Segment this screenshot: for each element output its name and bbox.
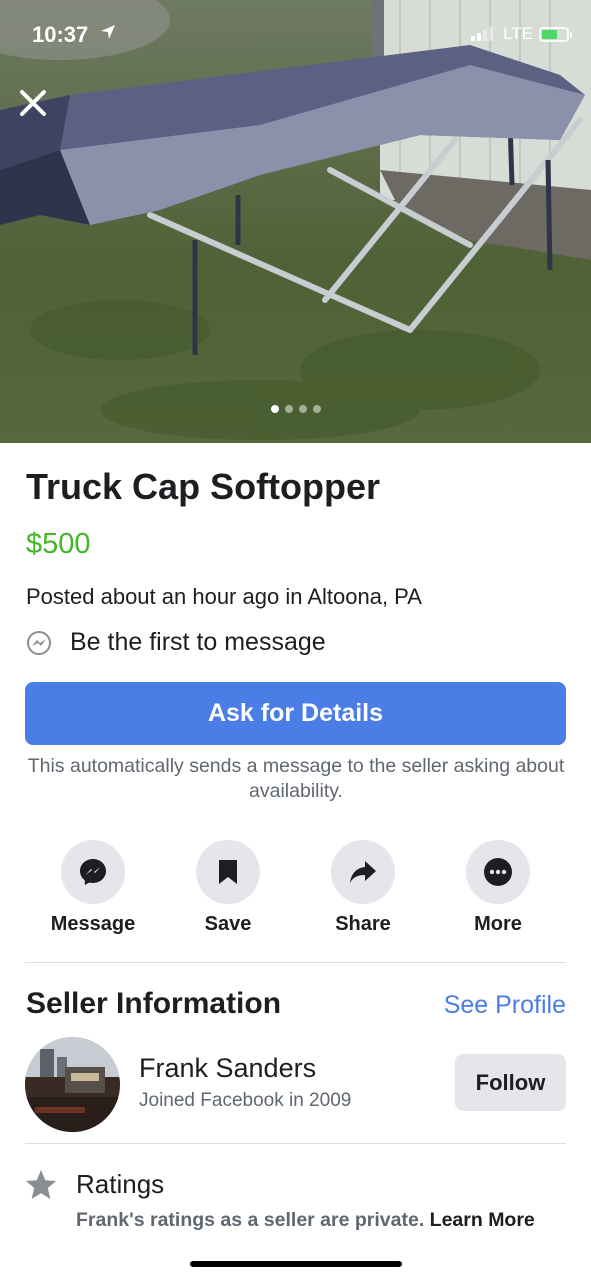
pager-dot xyxy=(270,405,279,413)
messenger-icon xyxy=(80,859,106,885)
share-arrow-icon xyxy=(350,861,376,883)
action-row: Message Save Share More xyxy=(25,840,566,940)
message-label: Message xyxy=(50,913,136,935)
save-button[interactable] xyxy=(196,840,260,904)
seller-avatar[interactable] xyxy=(25,1037,120,1132)
ratings-private-text: Frank's ratings as a seller are private. xyxy=(76,1209,425,1231)
first-message-text: Be the first to message xyxy=(70,628,326,656)
ask-note: This automatically sends a message to th… xyxy=(27,755,565,802)
save-action[interactable]: Save xyxy=(173,840,283,936)
save-label: Save xyxy=(204,913,252,935)
star-icon xyxy=(26,1170,56,1199)
first-message-row: Be the first to message xyxy=(26,628,326,657)
seller-name[interactable]: Frank Sanders xyxy=(139,1053,316,1084)
pager-dot xyxy=(284,405,293,413)
more-label: More xyxy=(474,913,522,935)
message-button[interactable] xyxy=(61,840,125,904)
battery-level xyxy=(542,29,557,39)
messenger-outline-icon xyxy=(27,630,51,655)
more-dots-icon xyxy=(484,858,512,886)
learn-more-link[interactable]: Learn More xyxy=(430,1209,535,1231)
share-label: Share xyxy=(335,913,391,935)
listing-title: Truck Cap Softopper xyxy=(26,466,381,507)
see-profile-link[interactable]: See Profile xyxy=(444,991,566,1020)
status-bar: 10:37 LTE xyxy=(0,0,591,70)
follow-button[interactable]: Follow xyxy=(455,1054,566,1111)
close-icon xyxy=(20,90,46,116)
message-action[interactable]: Message xyxy=(38,840,148,936)
more-action[interactable]: More xyxy=(443,840,553,936)
photo-pager[interactable] xyxy=(0,405,591,413)
pager-dot xyxy=(298,405,307,413)
listing-photo[interactable]: 10:37 LTE xyxy=(0,0,591,443)
posted-info: Posted about an hour ago in Altoona, PA xyxy=(26,584,422,609)
listing-price: $500 xyxy=(26,528,91,560)
divider xyxy=(25,1143,566,1144)
more-button[interactable] xyxy=(466,840,530,904)
ask-for-details-button[interactable]: Ask for Details xyxy=(25,682,566,745)
network-type: LTE xyxy=(503,24,533,43)
status-time: 10:37 xyxy=(32,22,89,47)
avatar-image xyxy=(25,1037,120,1132)
home-indicator[interactable] xyxy=(190,1261,402,1267)
seller-info-heading: Seller Information xyxy=(26,987,282,1020)
battery-icon xyxy=(539,26,572,42)
seller-joined: Joined Facebook in 2009 xyxy=(139,1090,352,1111)
pager-dot xyxy=(312,405,321,413)
ratings-text: Frank's ratings as a seller are private.… xyxy=(76,1208,546,1232)
ratings-title: Ratings xyxy=(76,1169,165,1199)
share-button[interactable] xyxy=(331,840,395,904)
close-button[interactable] xyxy=(16,86,50,120)
cellular-signal-icon xyxy=(471,27,494,41)
bookmark-icon xyxy=(219,860,237,884)
share-action[interactable]: Share xyxy=(308,840,418,936)
divider xyxy=(25,962,566,963)
